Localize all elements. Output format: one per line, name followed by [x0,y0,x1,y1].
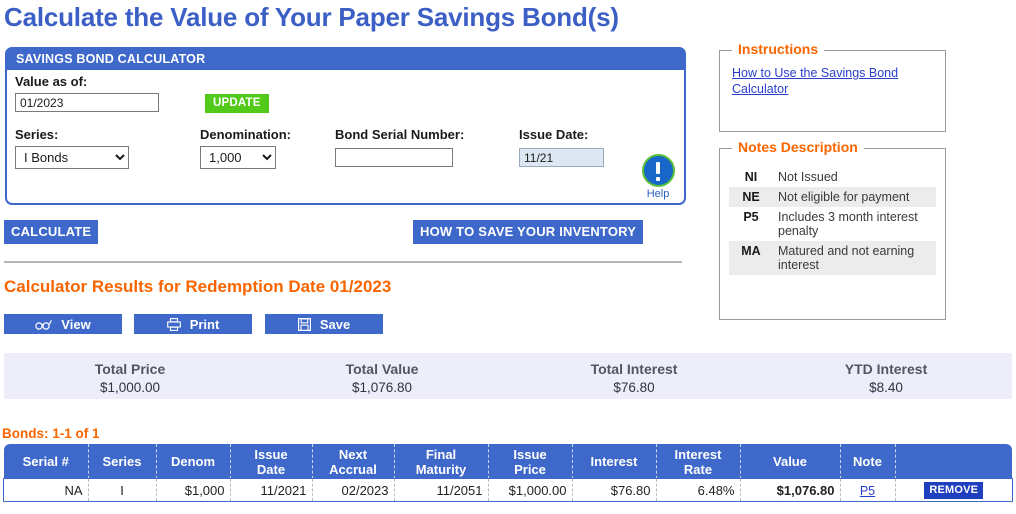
floppy-disk-icon [297,317,311,331]
total-cell: Total Interest $76.80 [508,353,760,399]
bonds-column-header: Issue Price [488,444,573,479]
remove-bond-button[interactable]: REMOVE [924,482,984,499]
note-description: Not eligible for payment [773,187,936,207]
save-button[interactable]: Save [265,314,383,334]
cell-note: P5 [840,479,896,501]
note-code: NE [729,187,773,207]
value-as-of-label: Value as of: [15,74,88,89]
results-heading: Calculator Results for Redemption Date 0… [4,277,392,296]
denomination-label: Denomination: [200,127,291,142]
total-cell: YTD Interest $8.40 [760,353,1012,399]
update-button[interactable]: UPDATE [205,94,269,113]
bonds-column-header: Denom [156,444,231,479]
total-label: YTD Interest [844,361,928,377]
instructions-panel: Instructions How to Use the Savings Bond… [719,41,946,132]
calculate-button[interactable]: CALCULATE [4,220,99,244]
issue-date-label: Issue Date: [519,127,589,142]
cell-issue-date: 11/2021 [230,479,313,501]
total-cell: Total Price $1,000.00 [4,353,256,399]
note-description: Matured and not earning interest [773,241,936,275]
total-cell: Total Value $1,076.80 [256,353,508,399]
bonds-column-header: Issue Date [230,444,313,479]
totals-summary-bar: Total Price $1,000.00 Total Value $1,076.80… [4,353,1012,399]
bonds-column-header: Interest Rate [656,444,741,479]
bonds-column-header: Value [740,444,841,479]
bonds-count-label: Bonds: 1-1 of 1 [2,426,100,441]
page-title: Calculate the Value of Your Paper Saving… [4,2,619,32]
cell-value: $1,076.80 [740,479,841,501]
series-select[interactable]: I Bonds [15,146,129,169]
how-to-save-inventory-button[interactable]: HOW TO SAVE YOUR INVENTORY [413,220,644,244]
cell-serial: NA [4,479,89,501]
issue-date-input[interactable] [519,148,604,167]
note-description: Not Issued [778,170,838,184]
print-button[interactable]: Print [134,314,252,334]
cell-interest-rate: 6.48% [656,479,741,501]
view-label: View [61,316,91,332]
bonds-column-header [895,444,1012,479]
calculator-panel-header: SAVINGS BOND CALCULATOR [7,49,684,70]
bonds-column-header: Final Maturity [394,444,489,479]
printer-icon [166,317,181,331]
note-link[interactable]: P5 [860,484,875,498]
note-code: MA [729,241,773,275]
total-label: Total Interest [590,361,678,377]
section-divider [4,261,682,263]
table-row: NA I $1,000 11/2021 02/2023 11/2051 $1,000.00 $… [3,478,1013,502]
instructions-legend: Instructions [732,41,825,57]
save-label: Save [319,316,351,332]
help-button[interactable]: Help [638,154,678,200]
cell-series: I [88,479,157,501]
value-as-of-input[interactable] [15,93,159,112]
savings-bond-calculator-page: Calculate the Value of Your Paper Saving… [0,0,1016,514]
eyeglasses-icon [35,319,53,330]
total-value: $1,076.80 [351,380,413,395]
bonds-column-header: Note [840,444,896,479]
bonds-column-header: Series [88,444,157,479]
calculator-form: Value as of: UPDATE Help Series: I Bonds… [7,70,684,203]
bonds-column-header: Serial # [4,444,89,479]
note-code: NI [744,170,758,184]
total-value: $8.40 [869,380,903,395]
cell-final-maturity: 11/2051 [394,479,489,501]
savings-bond-calculator-panel: SAVINGS BOND CALCULATOR Value as of: UPD… [5,47,686,205]
note-row: MA Matured and not earning interest [729,241,936,275]
view-button[interactable]: View [4,314,122,334]
how-to-use-calculator-link[interactable]: How to Use the Savings Bond Calculator [732,65,935,97]
cell-interest: $76.80 [572,479,657,501]
series-label: Series: [15,127,59,142]
bonds-column-header: Next Accrual [312,444,395,479]
total-label: Total Value [345,361,419,377]
cell-remove: REMOVE [895,479,1012,501]
notes-table: NI Not Issued NE Not eligible for payment P5… [729,167,936,275]
notes-description-legend: Notes Description [732,139,864,155]
bonds-table-header-row: Serial # Series Denom Issue Date Next Accrual F… [4,444,1012,479]
bonds-table: Serial # Series Denom Issue Date Next Accrual F… [3,444,1013,502]
note-description: Includes 3 month interest penalty [778,210,918,238]
cell-issue-price: $1,000.00 [488,479,573,501]
total-value: $76.80 [613,380,655,395]
note-code: P5 [743,210,759,224]
print-label: Print [189,316,220,332]
help-label: Help [646,188,670,200]
bond-serial-number-label: Bond Serial Number: [335,127,465,142]
note-row: P5 Includes 3 month interest penalty [729,207,936,241]
bonds-column-header: Interest [572,444,657,479]
total-label: Total Price [94,361,166,377]
help-exclamation-icon [641,154,675,187]
denomination-select[interactable]: 1,000 [200,146,276,169]
note-row: NE Not eligible for payment [729,187,936,207]
cell-denom: $1,000 [156,479,231,501]
cell-next-accrual: 02/2023 [312,479,395,501]
notes-description-panel: Notes Description NI Not Issued NE Not elig… [719,139,946,320]
total-value: $1,000.00 [99,380,161,395]
note-row: NI Not Issued [729,167,936,187]
bond-serial-number-input[interactable] [335,148,453,167]
